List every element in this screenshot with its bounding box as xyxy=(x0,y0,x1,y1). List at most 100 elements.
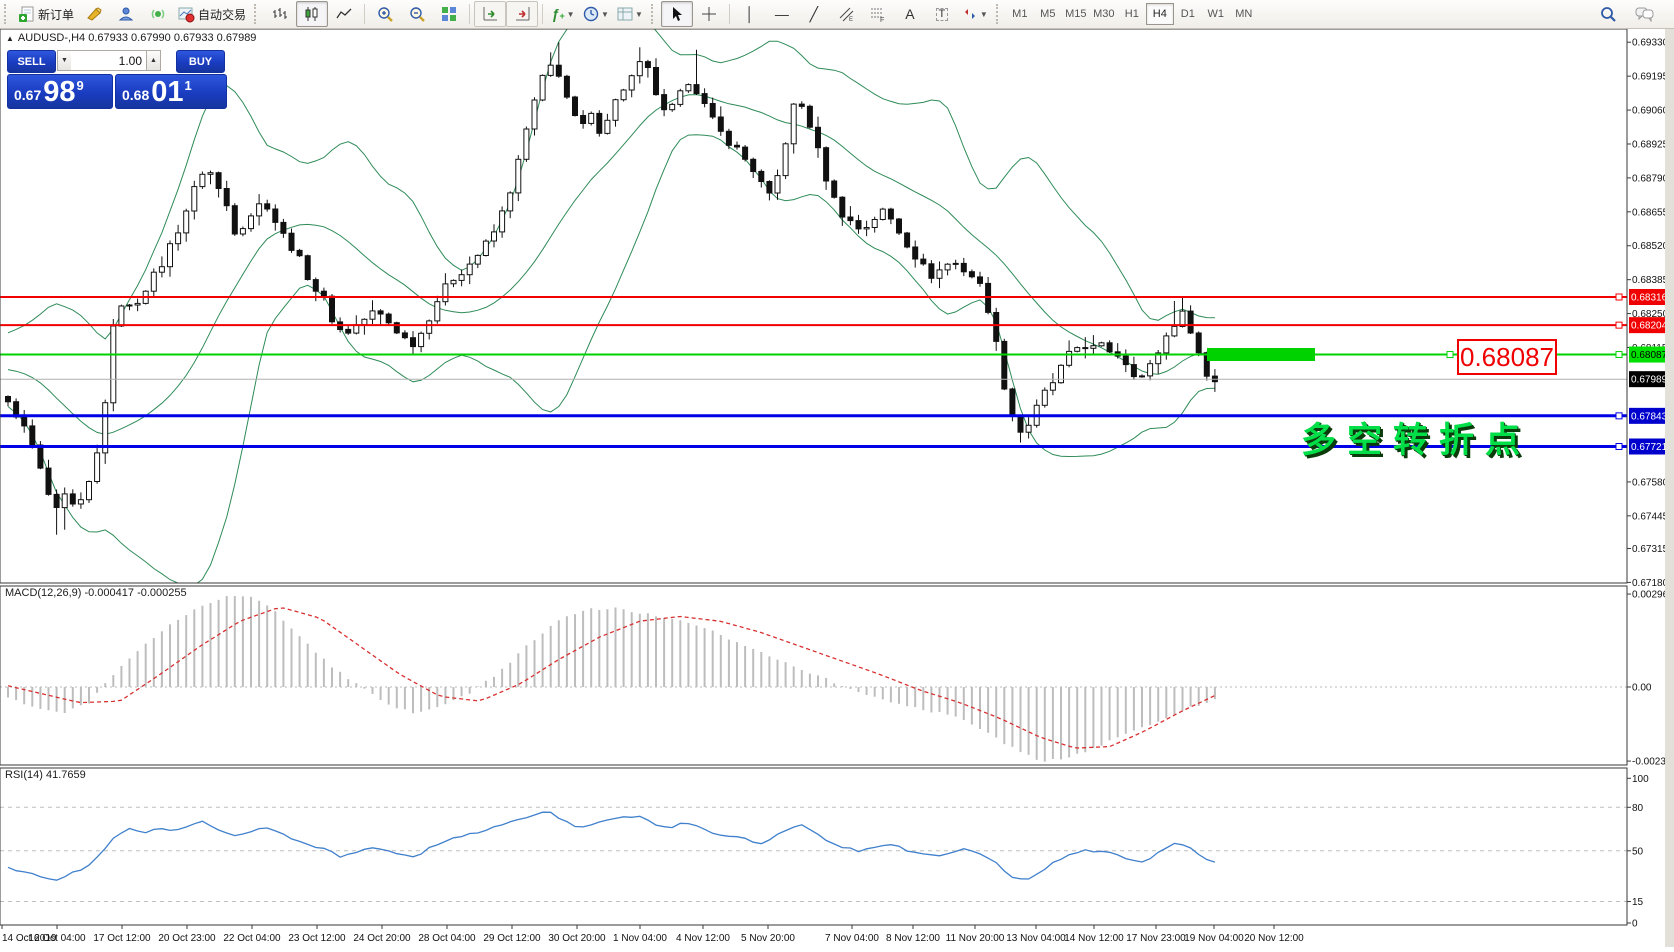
bollinger-middle[interactable] xyxy=(8,95,1215,435)
hline-highlight xyxy=(1207,348,1315,361)
candle xyxy=(961,263,966,271)
buy-price-button[interactable]: 0.68 01 1 xyxy=(115,74,227,109)
profile-button[interactable] xyxy=(110,1,142,27)
candle xyxy=(840,197,845,217)
volume-increase-button[interactable]: ▲ xyxy=(146,50,161,71)
candle xyxy=(119,306,124,326)
candle xyxy=(46,468,51,494)
buy-price-pip: 1 xyxy=(185,78,192,93)
crosshair-tool-button[interactable] xyxy=(693,1,725,27)
main-toolbar: 新订单 自动交易 ƒ+▼ ▼ ▼ xyxy=(0,0,1674,29)
timeframe-m30[interactable]: M30 xyxy=(1090,3,1118,25)
timeframe-h4[interactable]: H4 xyxy=(1146,3,1174,25)
one-click-trading-panel: SELL ▼ ▲ BUY 0.67 98 9 0.68 01 1 xyxy=(7,50,225,107)
timeframe-d1[interactable]: D1 xyxy=(1174,3,1202,25)
text-tool-button[interactable]: A xyxy=(894,1,926,27)
rsi-tick: 100 xyxy=(1632,774,1649,785)
volume-input[interactable] xyxy=(71,50,147,71)
signal-button[interactable] xyxy=(142,1,174,27)
rsi-pane xyxy=(0,807,1627,901)
candle xyxy=(500,211,505,232)
auto-scroll-button[interactable] xyxy=(506,1,538,27)
macd-signal-line[interactable] xyxy=(8,608,1215,748)
styler-button[interactable] xyxy=(78,1,110,27)
chat-button[interactable] xyxy=(1628,1,1660,27)
hline-handle xyxy=(1616,352,1622,358)
candle xyxy=(249,216,254,229)
toolbar-grip xyxy=(996,4,1001,24)
sell-price-button[interactable]: 0.67 98 9 xyxy=(7,74,113,109)
timeframe-m5[interactable]: M5 xyxy=(1034,3,1062,25)
time-tick: 8 Nov 12:00 xyxy=(886,933,940,944)
vertical-line-tool-button[interactable]: │ xyxy=(734,1,766,27)
chart-shift-button[interactable] xyxy=(474,1,506,27)
macd-tick: 0.00 xyxy=(1632,683,1652,694)
cursor-tool-button[interactable] xyxy=(661,1,693,27)
fibonacci-icon: F xyxy=(870,6,886,22)
volume-decrease-button[interactable]: ▼ xyxy=(57,50,72,71)
candle xyxy=(751,159,756,171)
sell-button[interactable]: SELL xyxy=(7,50,56,73)
timeframe-m1[interactable]: M1 xyxy=(1006,3,1034,25)
symbol-info[interactable]: ▲AUDUSD-,H4 0.67933 0.67990 0.67933 0.67… xyxy=(6,32,256,44)
templates-button[interactable]: ▼ xyxy=(613,1,647,27)
candle xyxy=(945,264,950,270)
time-tick: 29 Oct 12:00 xyxy=(483,933,541,944)
candle xyxy=(313,280,318,292)
timeframe-mn[interactable]: MN xyxy=(1230,3,1258,25)
bollinger-lower[interactable] xyxy=(8,135,1215,586)
candle xyxy=(265,204,270,209)
crayon-icon xyxy=(86,6,102,22)
candle xyxy=(937,270,942,278)
candle xyxy=(532,100,537,129)
horizontal-line-tool-button[interactable]: — xyxy=(766,1,798,27)
candle xyxy=(921,259,926,264)
candle xyxy=(564,76,569,97)
candle xyxy=(257,204,262,216)
trendline-tool-button[interactable]: ╱ xyxy=(798,1,830,27)
periods-button[interactable]: ▼ xyxy=(579,1,613,27)
chart-area[interactable]: 0.693300.691950.690600.689250.687900.686… xyxy=(0,0,1674,947)
candle xyxy=(1172,326,1177,336)
indicators-button[interactable]: ƒ+▼ xyxy=(547,1,579,27)
candle xyxy=(637,62,642,76)
candle xyxy=(816,127,821,147)
line-chart-button[interactable] xyxy=(328,1,360,27)
candlestick-chart-button[interactable] xyxy=(296,1,328,27)
price-level-label[interactable]: 0.68087 xyxy=(1457,339,1557,375)
candle xyxy=(548,65,553,75)
timeframe-w1[interactable]: W1 xyxy=(1202,3,1230,25)
zoom-out-button[interactable] xyxy=(401,1,433,27)
tile-windows-button[interactable] xyxy=(433,1,465,27)
new-order-button[interactable]: 新订单 xyxy=(14,1,78,27)
collapse-arrow-icon[interactable]: ▲ xyxy=(6,34,14,43)
timeframe-m15[interactable]: M15 xyxy=(1062,3,1090,25)
trendline-icon: ╱ xyxy=(810,7,818,21)
autotrading-button[interactable]: 自动交易 xyxy=(174,1,250,27)
arrows-tool-button[interactable]: ▼ xyxy=(958,1,992,27)
search-button[interactable] xyxy=(1592,1,1624,27)
line-chart-icon xyxy=(336,6,352,22)
right-scroll-strip[interactable] xyxy=(1665,28,1674,947)
text-label-tool-button[interactable]: T xyxy=(926,1,958,27)
timeframe-h1[interactable]: H1 xyxy=(1118,3,1146,25)
buy-price-main: 01 xyxy=(151,79,183,107)
price-badge-text: 0.67989 xyxy=(1631,375,1668,386)
zoom-in-button[interactable] xyxy=(369,1,401,27)
toolbar-separator xyxy=(729,4,730,24)
buy-price-prefix: 0.68 xyxy=(122,87,149,103)
candle xyxy=(362,319,367,324)
buy-button[interactable]: BUY xyxy=(176,50,225,73)
candle xyxy=(516,159,521,193)
candle xyxy=(402,333,407,338)
candle xyxy=(467,264,472,275)
channel-tool-button[interactable]: E xyxy=(830,1,862,27)
candle xyxy=(573,97,578,116)
chinese-annotation[interactable]: 多空转折点 xyxy=(1301,412,1531,463)
fibonacci-tool-button[interactable]: F xyxy=(862,1,894,27)
time-tick: 4 Nov 12:00 xyxy=(676,933,730,944)
bar-chart-button[interactable] xyxy=(264,1,296,27)
candle xyxy=(581,116,586,124)
rsi-line[interactable] xyxy=(8,812,1215,880)
candle xyxy=(978,277,983,284)
